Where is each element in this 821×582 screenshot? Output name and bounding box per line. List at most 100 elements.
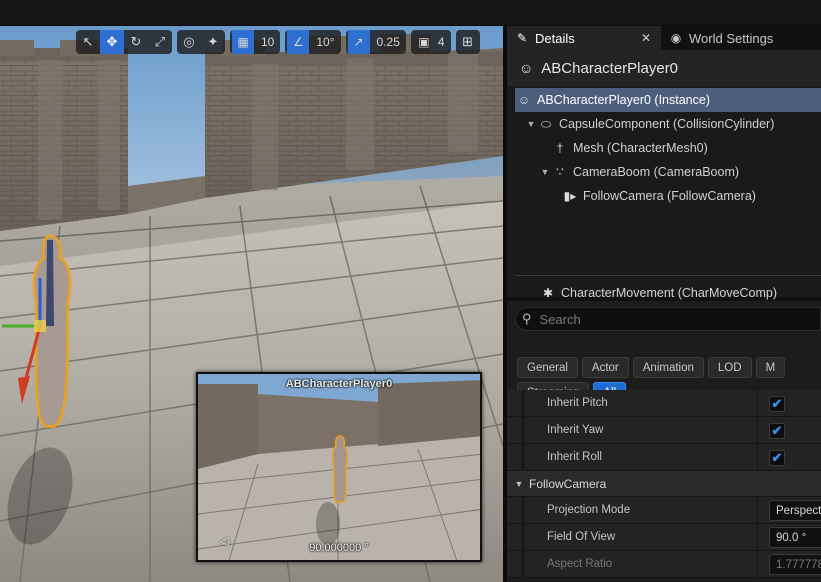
grid-icon: ▦ [232,30,254,54]
video-camera-icon: ▣ [418,35,430,49]
camera-icon: ▮▸ [563,189,577,203]
property-label: Aspect Ratio [521,550,783,578]
property-inherit-roll: Inherit Roll ✔ [507,443,821,471]
category-follow-camera[interactable]: ▼ FollowCamera [507,471,821,497]
scale-snap-value[interactable]: 0.25 [374,35,400,49]
property-label: Inherit Yaw [521,416,783,444]
camera-speed-value[interactable]: 4 [435,35,445,49]
property-label: Inherit Pitch [521,389,783,417]
component-tree: ☺ ABCharacterPlayer0 (Instance) ▼ ⬭ Caps… [507,86,821,300]
filter-general[interactable]: General [517,357,578,378]
details-search-area: ⚲ Search [507,297,821,353]
character-icon: ☺ [519,60,534,76]
panel-tabs: ✎ Details ✕ ◉ World Settings [507,26,821,50]
column-divider [757,524,758,551]
tree-item-character-movement[interactable]: ✱ CharacterMovement (CharMoveComp) [507,281,821,305]
property-label: Projection Mode [521,496,783,524]
tab-world-settings[interactable]: ◉ World Settings [661,26,781,50]
skeleton-icon: † [556,141,564,155]
close-icon[interactable]: ✕ [641,31,651,45]
surface-snap-icon: ✦ [207,34,219,50]
filter-lod[interactable]: LOD [707,357,752,378]
layout-grid-icon: ⊞ [462,34,474,50]
column-divider [757,444,758,471]
details-panel: ✎ Details ✕ ◉ World Settings ☺ ABCharact… [507,26,821,582]
tree-item-instance[interactable]: ☺ ABCharacterPlayer0 (Instance) [515,88,821,112]
field-of-view-input[interactable]: 90.0 ° [769,527,821,548]
globe-icon: ◉ [670,31,682,45]
property-label: Field Of View [521,523,783,551]
tree-item-follow-camera[interactable]: ▮▸ FollowCamera (FollowCamera) [507,184,821,208]
tree-item-label: ABCharacterPlayer0 (Instance) [537,93,710,107]
character-icon: ☺ [517,93,531,107]
scale-snap-icon: ↗ [347,30,370,54]
tab-world-settings-label: World Settings [689,30,774,46]
category-label: FollowCamera [529,476,607,491]
editor-window: ↖ ✥ ↻ ⤢ ◎ ✦ ▦ 10 ∠ 10° ↗ 0.25 ▣ 4 ⊞ ABCh… [0,0,821,582]
rotation-snap-value[interactable]: 10° [313,35,334,49]
select-tool-button[interactable]: ↖ [76,30,100,54]
rotate-tool-button[interactable]: ↻ [124,30,148,54]
inherit-roll-checkbox[interactable]: ✔ [769,450,785,466]
rotation-snap-group[interactable]: ∠ 10° [285,30,341,54]
level-viewport[interactable]: ↖ ✥ ↻ ⤢ ◎ ✦ ▦ 10 ∠ 10° ↗ 0.25 ▣ 4 ⊞ ABCh… [0,26,503,582]
search-icon: ⚲ [522,311,532,326]
property-field-of-view: Field Of View 90.0 ° [507,523,821,551]
aspect-ratio-input[interactable]: 1.777778 [769,554,821,575]
chevron-down-icon[interactable]: ▼ [525,119,537,129]
inherit-yaw-checkbox[interactable]: ✔ [769,423,785,439]
grid-snap-value[interactable]: 10 [258,35,274,49]
scale-tool-button[interactable]: ⤢ [148,30,172,54]
transform-tools: ↖ ✥ ↻ ⤢ [76,30,172,54]
tree-item-label: Mesh (CharacterMesh0) [573,141,708,155]
editor-top-bar [0,0,821,26]
filter-more[interactable]: M [755,357,786,378]
scale-snap-group[interactable]: ↗ 0.25 [345,30,406,54]
property-inherit-yaw: Inherit Yaw ✔ [507,416,821,444]
filter-actor[interactable]: Actor [581,357,629,378]
angle-icon: ∠ [287,30,310,54]
spring-arm-icon: ∵ [556,165,564,179]
pencil-icon: ✎ [516,31,528,45]
property-label: Inherit Roll [521,443,783,471]
camera-preview: ABCharacterPlayer0 ◁ 90.000000 ° [196,372,482,562]
rotate-icon: ↻ [130,34,142,50]
filter-animation[interactable]: Animation [632,357,704,378]
camera-speed-group[interactable]: ▣ 4 [410,30,451,54]
coordinate-group: ◎ ✦ [177,30,225,54]
move-arrows-icon: ✥ [106,34,118,50]
layout-group[interactable]: ⊞ [455,30,480,54]
column-divider [757,497,758,524]
globe-icon: ◎ [183,34,195,50]
surface-snap-button[interactable]: ✦ [201,30,225,54]
projection-mode-select[interactable]: Perspective [769,500,821,521]
cursor-arrow-icon: ↖ [82,34,94,50]
grid-snap-group[interactable]: ▦ 10 [230,30,281,54]
actor-name-header: ☺ ABCharacterPlayer0 [507,50,821,86]
property-projection-mode: Projection Mode Perspective [507,496,821,524]
column-divider [757,551,758,578]
search-input[interactable]: ⚲ Search [515,307,821,331]
tab-details[interactable]: ✎ Details ✕ [507,26,661,50]
column-divider [757,390,758,417]
scale-icon: ⤢ [154,34,166,50]
tree-item-label: CapsuleComponent (CollisionCylinder) [559,117,775,131]
tree-item-label: FollowCamera (FollowCamera) [583,189,756,203]
property-inherit-pitch: Inherit Pitch ✔ [507,389,821,417]
tree-item-label: CharacterMovement (CharMoveComp) [561,286,778,300]
tree-item-camera-boom[interactable]: ▼ ∵ CameraBoom (CameraBoom) [507,160,821,184]
world-space-button[interactable]: ◎ [177,30,201,54]
translate-tool-button[interactable]: ✥ [100,30,124,54]
tree-divider [515,275,821,276]
inherit-pitch-checkbox[interactable]: ✔ [769,396,785,412]
actor-name: ABCharacterPlayer0 [541,59,679,77]
movement-icon: ✱ [542,286,554,300]
viewport-toolbar: ↖ ✥ ↻ ⤢ ◎ ✦ ▦ 10 ∠ 10° ↗ 0.25 ▣ 4 ⊞ [76,30,480,56]
chevron-down-icon[interactable]: ▼ [507,479,529,489]
camera-preview-scene [198,374,480,560]
viewport-layout-button[interactable]: ⊞ [456,30,480,54]
tree-item-mesh[interactable]: † Mesh (CharacterMesh0) [507,136,821,160]
chevron-down-icon[interactable]: ▼ [539,167,551,177]
property-list: Inherit Pitch ✔ Inherit Yaw ✔ Inherit Ro… [507,389,821,578]
tree-item-capsule[interactable]: ▼ ⬭ CapsuleComponent (CollisionCylinder) [507,112,821,136]
